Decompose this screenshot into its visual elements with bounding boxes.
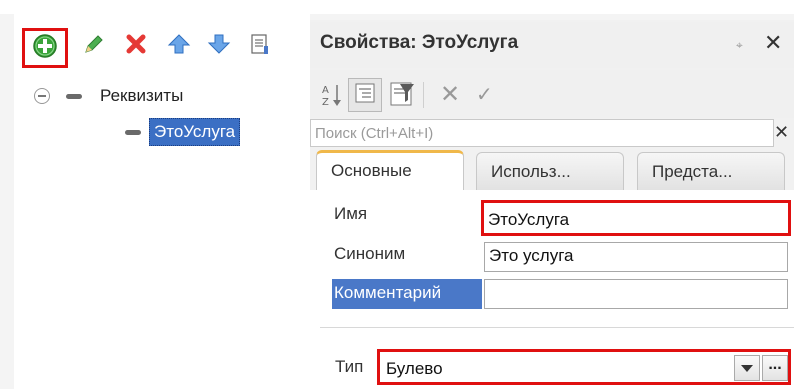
top-strip — [0, 0, 794, 14]
type-label: Тип — [335, 357, 364, 376]
filter-icon — [388, 82, 416, 112]
search-clear-button[interactable]: ✕ — [774, 122, 789, 143]
attribute-icon — [125, 129, 141, 135]
collapse-icon[interactable] — [34, 88, 50, 104]
delete-icon — [124, 32, 148, 61]
move-up-icon — [167, 32, 191, 61]
toolbar-separator — [423, 82, 424, 108]
svg-text:A: A — [322, 85, 329, 96]
sort-az-button[interactable]: A Z — [320, 82, 344, 113]
tree-node-is-service[interactable]: ЭтоУслуга — [125, 118, 241, 146]
tree-node-label: Реквизиты — [100, 86, 184, 105]
edit-pencil-icon — [82, 32, 106, 61]
name-field[interactable]: ЭтоУслуга — [481, 200, 791, 236]
comment-label: Комментарий — [332, 279, 482, 309]
properties-title: Свойства: ЭтоУслуга — [320, 32, 519, 53]
type-value: Булево — [386, 359, 443, 378]
add-icon — [31, 32, 59, 65]
tab-presentation[interactable]: Предста... — [637, 152, 785, 190]
delete-button[interactable] — [122, 32, 150, 60]
close-button[interactable]: ✕ — [764, 30, 782, 56]
check-icon[interactable]: ✓ — [476, 82, 493, 107]
chevron-down-icon — [741, 364, 753, 372]
tab-usage[interactable]: Использ... — [476, 152, 624, 190]
name-label: Имя — [334, 204, 368, 223]
categories-icon — [354, 82, 376, 109]
synonym-field[interactable]: Это услуга — [484, 242, 788, 272]
sort-az-icon: A Z — [320, 85, 344, 112]
tab-main[interactable]: Основные — [316, 150, 464, 190]
type-dropdown-button[interactable] — [734, 355, 760, 381]
requisites-icon — [66, 93, 82, 99]
synonym-label: Синоним — [334, 244, 406, 263]
left-panel — [14, 14, 310, 389]
add-button[interactable] — [22, 28, 68, 68]
categories-button[interactable] — [348, 78, 382, 112]
filter-button[interactable] — [388, 80, 416, 113]
type-select-button[interactable]: ... — [762, 355, 788, 381]
tree-node-label-selected: ЭтоУслуга — [149, 118, 241, 146]
svg-text:Z: Z — [322, 97, 329, 108]
edit-button[interactable] — [80, 32, 108, 60]
search-input[interactable]: Поиск (Ctrl+Alt+I) — [310, 119, 774, 147]
move-down-icon — [207, 32, 231, 61]
list-button[interactable] — [246, 32, 274, 60]
type-field[interactable]: Булево ... — [377, 349, 791, 385]
list-icon — [248, 32, 272, 61]
comment-field[interactable] — [484, 279, 788, 309]
properties-toolbar — [310, 70, 794, 118]
move-down-button[interactable] — [205, 32, 233, 60]
search-placeholder: Поиск (Ctrl+Alt+I) — [315, 125, 434, 142]
pin-icon[interactable]: ⌖ — [736, 38, 743, 53]
tree-node-requisites[interactable]: Реквизиты — [34, 86, 183, 106]
clear-icon[interactable]: ✕ — [440, 80, 460, 109]
move-up-button[interactable] — [165, 32, 193, 60]
form-separator — [320, 327, 794, 328]
